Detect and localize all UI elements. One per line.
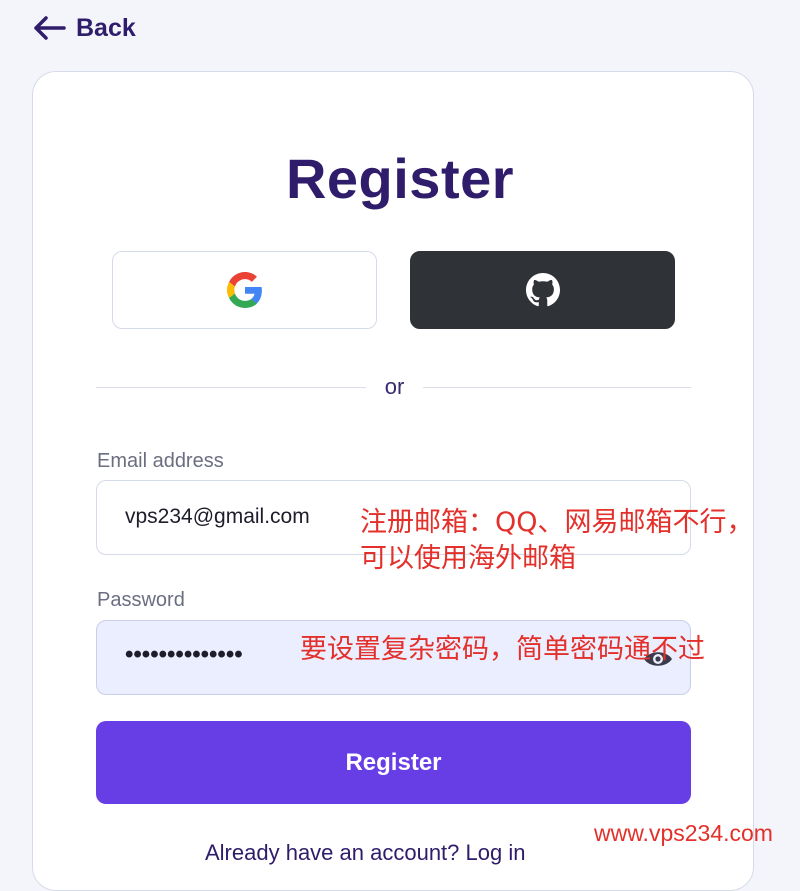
watermark: www.vps234.com: [594, 820, 773, 846]
github-signin-button[interactable]: [410, 251, 675, 329]
divider-left: [96, 387, 366, 388]
password-label: Password: [97, 589, 185, 611]
google-signin-button[interactable]: [112, 251, 377, 329]
register-button[interactable]: Register: [96, 721, 691, 804]
email-annotation-line2: 可以使用海外邮箱: [360, 543, 576, 574]
github-icon: [525, 273, 560, 307]
email-annotation-line1: 注册邮箱：QQ、网易邮箱不行，: [360, 507, 754, 538]
arrow-left-icon: [34, 16, 66, 40]
password-annotation: 要设置复杂密码，简单密码通不过: [300, 634, 705, 665]
email-field-value: vps234@gmail.com: [125, 505, 310, 528]
email-annotation: 注册邮箱：QQ、网易邮箱不行， 可以使用海外邮箱: [360, 505, 754, 577]
divider-or-text: or: [384, 374, 405, 399]
email-label: Email address: [97, 450, 224, 472]
password-field-value: ••••••••••••••: [125, 641, 243, 668]
back-label: Back: [76, 13, 136, 42]
page-title: Register: [285, 147, 515, 210]
divider-right: [423, 387, 691, 388]
login-prompt[interactable]: Already have an account? Log in: [205, 840, 525, 866]
google-icon: [226, 272, 262, 308]
back-link[interactable]: Back: [32, 12, 136, 44]
